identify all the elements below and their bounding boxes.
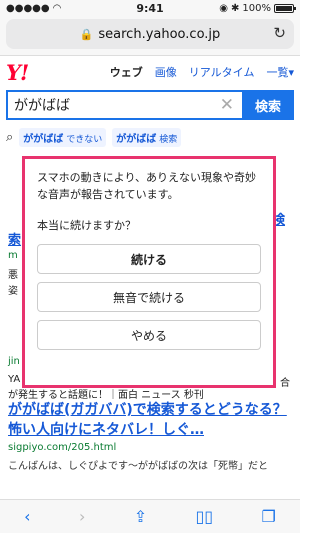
clear-icon[interactable]: ✕ (220, 95, 234, 115)
result-snippet-fragment: 合 (280, 378, 290, 389)
battery-icon (274, 3, 296, 13)
chevron-down-icon: ▾ (288, 66, 294, 79)
suggestion-chip[interactable]: ががばば 検索 (112, 128, 182, 147)
screen: ●●●●● ◠ 9:41 ◉ ✱ 100% 🔒 search.yahoo.co.… (0, 0, 300, 533)
result-url: sigpiyo.com/205.html (8, 442, 117, 453)
result-title[interactable]: ががばば(ガガババ)で検索するとどうなる？怖い人向けにネタバレ！しぐ… (8, 400, 292, 440)
tab-web[interactable]: ウェブ (110, 64, 143, 80)
bookmarks-icon[interactable]: ▯▯ (195, 507, 213, 526)
status-bar: ●●●●● ◠ 9:41 ◉ ✱ 100% (0, 0, 300, 16)
suggestion-extra: できない (66, 135, 103, 145)
browser-bar: 🔒 search.yahoo.co.jp ↻ (0, 16, 300, 56)
continue-muted-button[interactable]: 無音で続ける (37, 282, 261, 312)
search-input-value: ががばば (14, 98, 70, 114)
search-input[interactable]: ががばば ✕ (6, 90, 242, 120)
search-result: ががばば(ガガババ)で検索するとどうなる？怖い人向けにネタバレ！しぐ… sigp… (8, 400, 292, 472)
tab-images[interactable]: 画像 (155, 64, 177, 80)
yahoo-logo[interactable]: Y! (6, 60, 29, 85)
warning-dialog: スマホの動きにより、ありえない現象や奇妙な音声が報告されています。 本当に続けま… (22, 156, 276, 388)
result-url-fragment: jin (8, 356, 20, 367)
suggestion-chip[interactable]: ががばば できない (19, 128, 107, 147)
result-title-fragment[interactable]: 索 (8, 229, 21, 248)
url-text: search.yahoo.co.jp (98, 26, 221, 42)
tabs-icon[interactable]: ❐ (261, 507, 275, 526)
suggestion-extra: 検索 (159, 135, 178, 145)
tab-more-label: 一覧 (266, 66, 289, 79)
reload-icon[interactable]: ↻ (273, 24, 286, 42)
forward-icon[interactable]: › (79, 507, 85, 526)
result-snippet-fragment: 悪 (8, 270, 18, 281)
search-button[interactable]: 検索 (242, 90, 294, 120)
stop-button[interactable]: やめる (37, 320, 261, 350)
dialog-question: 本当に続けますか？ (37, 219, 136, 232)
related-searches: ⌕ ががばば できない ががばば 検索 (0, 120, 300, 147)
suggestion-word: ががばば (23, 134, 64, 145)
result-snippet: こんばんは、しぐぴよです～ががばばの次は「死幣」だと (8, 461, 268, 472)
result-snippet-line: が発生すると話題に！｜面白 ニュース 秒刊 (8, 390, 204, 401)
suggestion-word: ががばば (116, 134, 157, 145)
yahoo-header: Y! ウェブ 画像 リアルタイム 一覧▾ (0, 56, 300, 88)
result-url-fragment: m (8, 250, 18, 261)
tab-realtime[interactable]: リアルタイム (189, 64, 255, 80)
address-bar[interactable]: 🔒 search.yahoo.co.jp ↻ (6, 19, 294, 49)
tab-more[interactable]: 一覧▾ (266, 64, 294, 80)
status-time: 9:41 (136, 2, 164, 15)
browser-toolbar: ‹ › ⇪ ▯▯ ❐ (0, 499, 300, 533)
share-icon[interactable]: ⇪ (134, 507, 147, 526)
result-snippet-fragment: YA (8, 374, 21, 385)
search-icon: ⌕ (6, 130, 14, 145)
search-tabs: ウェブ 画像 リアルタイム 一覧▾ (110, 64, 294, 80)
dialog-message: スマホの動きにより、ありえない現象や奇妙な音声が報告されています。 (37, 171, 257, 201)
lock-icon: 🔒 (79, 27, 94, 41)
continue-button[interactable]: 続ける (37, 244, 261, 274)
result-snippet-fragment: 姿 (8, 286, 18, 297)
search-row: ががばば ✕ 検索 (0, 88, 300, 120)
back-icon[interactable]: ‹ (24, 507, 30, 526)
